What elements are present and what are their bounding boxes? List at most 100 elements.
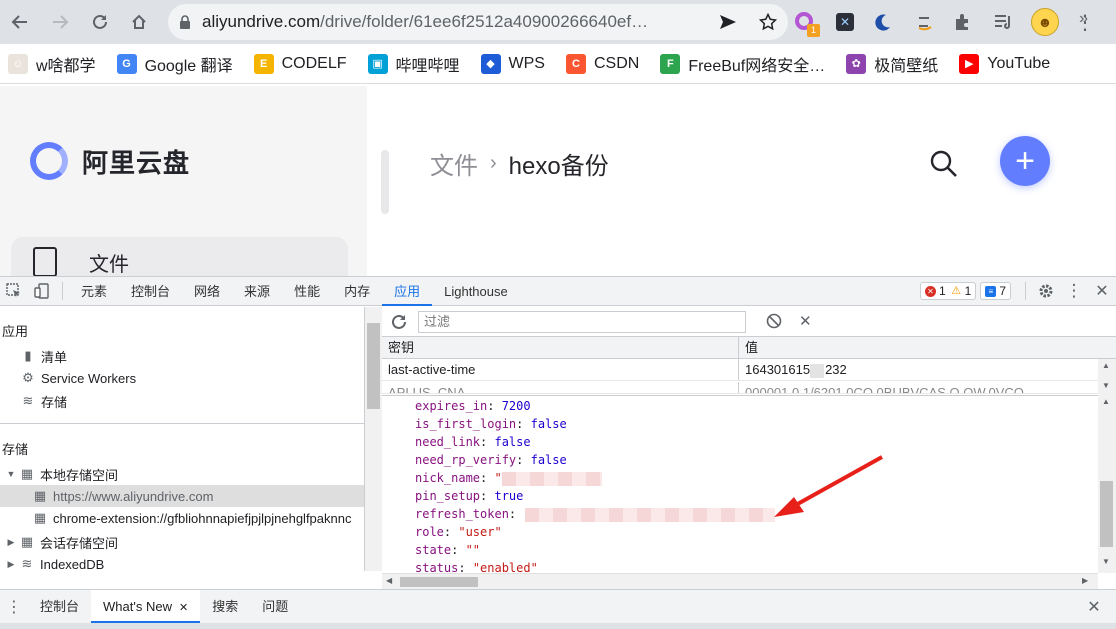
- preview-vertical-scrollbar[interactable]: ▲ ▼: [1098, 395, 1116, 573]
- issue-counter[interactable]: ✕ 1 ⚠ 1: [919, 282, 977, 300]
- refresh-icon[interactable]: [390, 313, 408, 334]
- drawer-tab[interactable]: 问题: [250, 590, 300, 623]
- delete-selected-icon[interactable]: ✕: [799, 312, 812, 330]
- logo[interactable]: 阿里云盘: [30, 142, 190, 180]
- drawer-tab[interactable]: What's New ✕: [91, 590, 201, 623]
- extension-x-icon[interactable]: ✕: [830, 7, 860, 37]
- tree-item-indexeddb[interactable]: ▶ ≋ IndexedDB: [6, 553, 105, 575]
- devtools-tab[interactable]: 应用: [382, 277, 433, 306]
- chevron-right-icon[interactable]: ▶: [6, 537, 16, 548]
- scrollbar-thumb[interactable]: [367, 323, 380, 409]
- settings-gear-icon[interactable]: [1032, 277, 1060, 305]
- scrollbar-thumb[interactable]: [1100, 481, 1113, 547]
- message-counter[interactable]: ≡ 7: [980, 282, 1011, 300]
- json-property[interactable]: state: "": [415, 541, 480, 559]
- grid-icon: ▦: [20, 534, 34, 549]
- extension-moon-icon[interactable]: [868, 7, 898, 37]
- devtools-tab[interactable]: Lighthouse: [432, 277, 520, 306]
- bookmark-item[interactable]: C CSDN: [565, 53, 639, 74]
- bookmark-item[interactable]: ✿ 极简壁纸: [846, 52, 938, 76]
- bookmark-star-icon[interactable]: [748, 13, 788, 31]
- clear-all-icon[interactable]: [766, 313, 782, 332]
- reading-list-icon[interactable]: [988, 7, 1018, 37]
- bookmarks-more-button[interactable]: »: [1079, 10, 1088, 28]
- json-property[interactable]: need_link: false: [415, 433, 531, 451]
- bookmark-item[interactable]: ▶ YouTube: [959, 53, 1051, 74]
- bookmark-label: WPS: [508, 54, 545, 72]
- inspect-element-icon[interactable]: [0, 277, 28, 305]
- devtools-tab[interactable]: 网络: [182, 277, 232, 306]
- chevron-right-icon[interactable]: ▶: [6, 559, 16, 570]
- devtools-tab[interactable]: 内存: [332, 277, 382, 306]
- scroll-left-icon[interactable]: ◀: [386, 576, 392, 585]
- grid-icon: ▦: [33, 510, 47, 525]
- home-icon[interactable]: [121, 4, 157, 40]
- scroll-down-icon[interactable]: ▼: [1102, 381, 1110, 390]
- address-bar[interactable]: aliyundrive.com/drive/folder/61ee6f2512a…: [168, 4, 788, 40]
- drawer-menu-icon[interactable]: ⋮: [0, 593, 28, 621]
- forward-icon[interactable]: [42, 4, 78, 40]
- table-row[interactable]: APLUS_CNA 000001.0.1/6201.0CO.0BUBVCAS.O…: [382, 382, 1098, 394]
- search-icon[interactable]: [928, 148, 960, 180]
- scroll-right-icon[interactable]: ▶: [1082, 576, 1088, 585]
- scroll-up-icon[interactable]: ▲: [1102, 397, 1110, 406]
- value-preview: expires_in: 7200 is_first_login: false nee…: [382, 395, 1098, 573]
- tree-item-manifest[interactable]: ▮ 清单: [20, 345, 67, 367]
- devtools-tab[interactable]: 元素: [69, 277, 119, 306]
- column-header-key[interactable]: 密钥: [382, 337, 739, 358]
- close-drawer-icon[interactable]: ✕: [1080, 593, 1108, 621]
- json-property[interactable]: nick_name: ": [415, 469, 602, 487]
- bookmark-item[interactable]: E CODELF: [253, 53, 347, 74]
- close-tab-icon[interactable]: ✕: [176, 602, 188, 614]
- profile-avatar-icon[interactable]: ☻: [1030, 7, 1060, 37]
- json-property[interactable]: refresh_token:: [415, 505, 776, 523]
- bookmark-item[interactable]: ◆ WPS: [480, 53, 545, 74]
- bookmark-item[interactable]: ☺ w啥都学: [8, 52, 96, 76]
- table-scrollbar[interactable]: ▲ ▼: [1098, 359, 1116, 395]
- scrollbar-thumb[interactable]: [400, 577, 478, 587]
- tree-item-session-storage[interactable]: ▶ ▦ 会话存储空间: [6, 531, 118, 553]
- json-property[interactable]: expires_in: 7200: [415, 397, 531, 415]
- drawer-tab[interactable]: 控制台: [28, 590, 91, 623]
- bookmark-item[interactable]: ▣ 哔哩哔哩: [367, 52, 460, 76]
- json-property[interactable]: pin_setup: true: [415, 487, 523, 505]
- bookmark-item[interactable]: F FreeBuf网络安全…: [660, 52, 825, 76]
- scroll-down-icon[interactable]: ▼: [1102, 557, 1110, 566]
- add-button[interactable]: +: [1000, 136, 1050, 186]
- chevron-down-icon[interactable]: ▼: [6, 469, 16, 479]
- column-header-value[interactable]: 值: [739, 337, 1089, 358]
- extension-ring-icon[interactable]: 1: [790, 7, 820, 37]
- devtools-tab[interactable]: 性能: [282, 277, 332, 306]
- back-icon[interactable]: [2, 4, 38, 40]
- sidebar-scrollbar[interactable]: [381, 150, 389, 214]
- json-property[interactable]: status: "enabled": [415, 559, 538, 573]
- preview-horizontal-scrollbar[interactable]: ◀ ▶: [382, 573, 1098, 589]
- tree-item-origin-aliyundrive[interactable]: ▦ https://www.aliyundrive.com: [0, 485, 364, 507]
- send-icon[interactable]: [708, 14, 748, 30]
- tree-item-storage[interactable]: ≋ 存储: [20, 390, 67, 412]
- tree-item-origin-extension[interactable]: ▦ chrome-extension://gfbliohnnapiefjpjlpj…: [32, 507, 352, 529]
- drawer-tab[interactable]: 搜索: [200, 590, 250, 623]
- breadcrumb-root[interactable]: 文件: [430, 146, 478, 181]
- lock-icon[interactable]: [168, 15, 202, 29]
- devtools-menu-icon[interactable]: ⋮: [1060, 277, 1088, 305]
- tree-item-local-storage[interactable]: ▼ ▦ 本地存储空间: [6, 463, 118, 485]
- reload-icon[interactable]: [82, 4, 118, 40]
- extension-amazon-icon[interactable]: [910, 7, 940, 37]
- filter-input[interactable]: [418, 310, 746, 333]
- json-property[interactable]: need_rp_verify: false: [415, 451, 567, 469]
- device-toolbar-icon[interactable]: [28, 277, 56, 305]
- json-property[interactable]: is_first_login: false: [415, 415, 567, 433]
- tree-item-service-workers[interactable]: ⚙ Service Workers: [20, 367, 136, 389]
- bookmark-item[interactable]: G Google 翻译: [116, 52, 233, 76]
- close-devtools-icon[interactable]: ✕: [1088, 277, 1116, 305]
- json-property[interactable]: role: "user": [415, 523, 502, 541]
- devtools-tab[interactable]: 来源: [232, 277, 282, 306]
- redaction-block: [501, 471, 602, 486]
- vertical-scrollbar[interactable]: [364, 307, 382, 571]
- table-row[interactable]: last-active-time 164301615 232: [382, 359, 1098, 381]
- scroll-up-icon[interactable]: ▲: [1102, 361, 1110, 370]
- bookmark-label: YouTube: [987, 54, 1051, 72]
- devtools-tab[interactable]: 控制台: [119, 277, 182, 306]
- extensions-puzzle-icon[interactable]: [948, 7, 978, 37]
